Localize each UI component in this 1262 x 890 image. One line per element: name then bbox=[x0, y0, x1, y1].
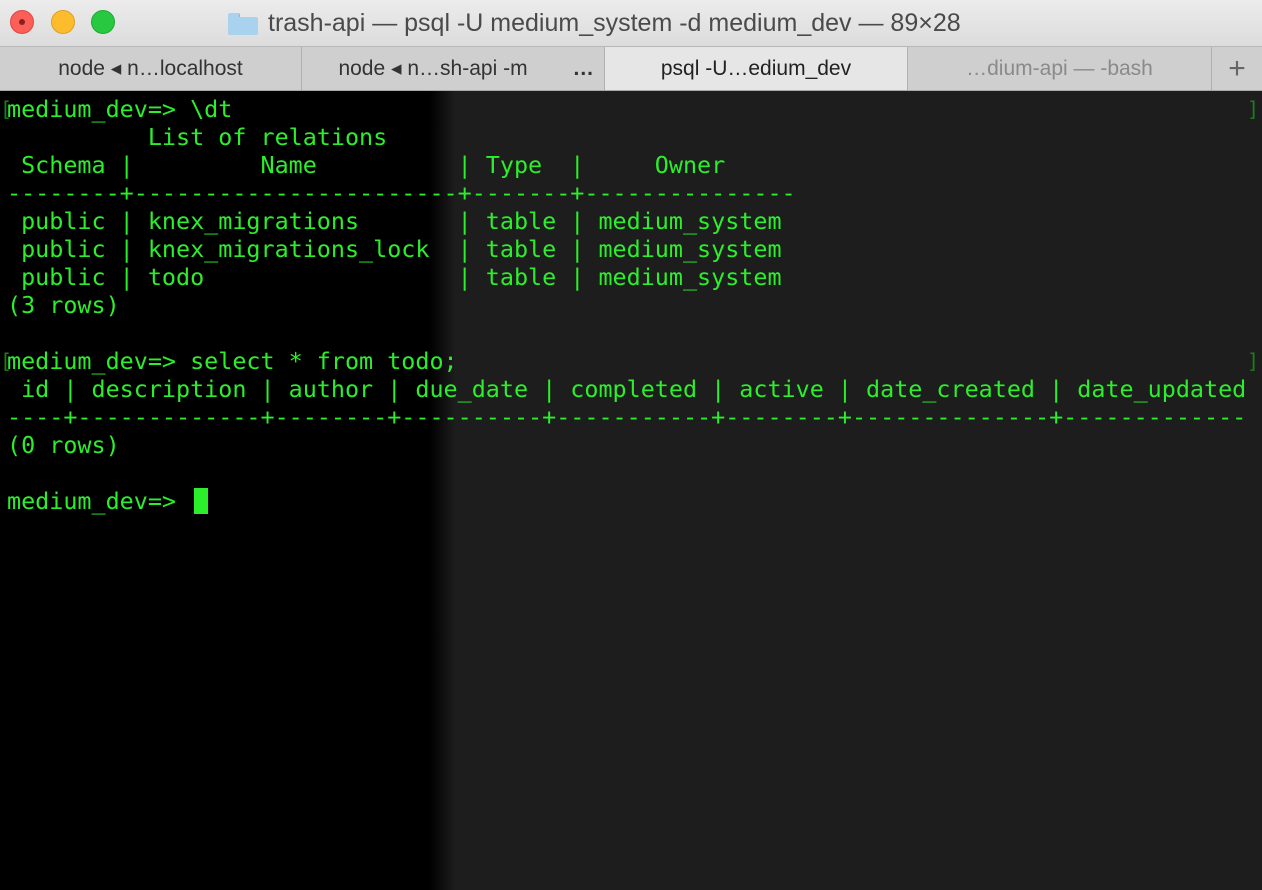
plus-icon: + bbox=[1228, 51, 1246, 85]
window-title: trash-api — psql -U medium_system -d med… bbox=[268, 8, 961, 37]
terminal-output[interactable]: [ ] [ ] medium_dev=> \dt List of relatio… bbox=[0, 91, 1262, 890]
close-button[interactable] bbox=[10, 10, 34, 34]
tab-bash[interactable]: …dium-api — -bash bbox=[908, 47, 1212, 90]
maximize-button[interactable] bbox=[91, 10, 115, 34]
tab-node-localhost[interactable]: node ◂ n…localhost bbox=[0, 47, 302, 90]
output-line: --------+-----------------------+-------… bbox=[7, 179, 796, 207]
mark-bracket-left: [ bbox=[0, 349, 13, 373]
mark-bracket-left: [ bbox=[0, 97, 13, 121]
close-icon bbox=[19, 19, 25, 25]
folder-icon bbox=[228, 11, 258, 35]
new-tab-button[interactable]: + bbox=[1212, 47, 1262, 90]
tab-bar: node ◂ n…localhost node ◂ n…sh-api -m ..… bbox=[0, 46, 1262, 91]
tab-more-indicator: ... bbox=[573, 56, 594, 80]
tab-psql[interactable]: psql -U…edium_dev bbox=[605, 47, 908, 90]
output-line: (0 rows) bbox=[7, 431, 120, 459]
terminal-lines: medium_dev=> \dt List of relations Schem… bbox=[7, 95, 1246, 515]
output-line: public | knex_migrations_lock | table | … bbox=[7, 235, 782, 263]
mark-bracket-right: ] bbox=[1246, 97, 1259, 121]
minimize-button[interactable] bbox=[51, 10, 75, 34]
output-line: id | description | author | due_date | c… bbox=[7, 375, 1247, 403]
output-line: public | todo | table | medium_system bbox=[7, 263, 782, 291]
output-line: Schema | Name | Type | Owner bbox=[7, 151, 726, 179]
mark-bracket-right: ] bbox=[1246, 349, 1259, 373]
tab-node-api[interactable]: node ◂ n…sh-api -m ... bbox=[302, 47, 605, 90]
tab-label: node ◂ n…localhost bbox=[58, 57, 243, 80]
prompt-line: medium_dev=> \dt bbox=[7, 95, 233, 123]
prompt-text: medium_dev=> bbox=[7, 487, 191, 515]
active-prompt-line[interactable]: medium_dev=> bbox=[7, 487, 1246, 515]
tab-label: node ◂ n…sh-api -m bbox=[338, 57, 528, 80]
output-line: (3 rows) bbox=[7, 291, 120, 319]
output-line: public | knex_migrations | table | mediu… bbox=[7, 207, 782, 235]
window-title-group: trash-api — psql -U medium_system -d med… bbox=[228, 7, 961, 39]
output-line: List of relations bbox=[7, 123, 388, 151]
prompt-line: medium_dev=> select * from todo; bbox=[7, 347, 458, 375]
title-bar[interactable]: trash-api — psql -U medium_system -d med… bbox=[0, 0, 1262, 46]
terminal-window: trash-api — psql -U medium_system -d med… bbox=[0, 0, 1262, 890]
tab-label: …dium-api — -bash bbox=[966, 56, 1153, 80]
text-cursor bbox=[194, 488, 209, 514]
tab-label: psql -U…edium_dev bbox=[660, 56, 852, 80]
output-line: ----+-------------+--------+----------+-… bbox=[7, 403, 1247, 431]
